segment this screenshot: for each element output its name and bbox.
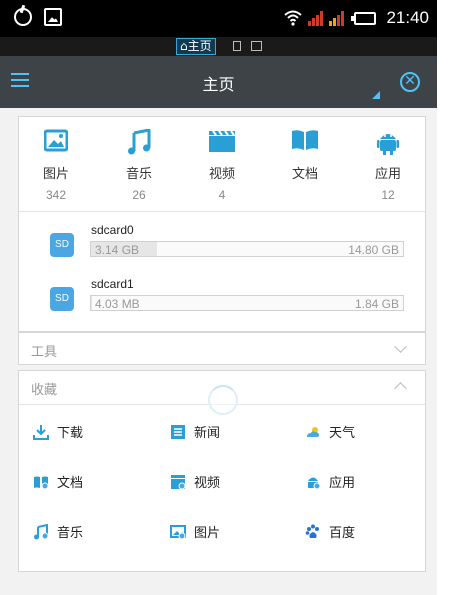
sd-card-icon: SD bbox=[50, 287, 74, 311]
window-switch-icon[interactable] bbox=[251, 41, 262, 51]
favorite-music[interactable]: 音乐 bbox=[33, 522, 83, 541]
storage-used: 4.03 MB bbox=[95, 297, 140, 311]
category-documents[interactable]: 文档 bbox=[275, 129, 335, 209]
category-count: 12 bbox=[381, 188, 395, 202]
image-notification-icon bbox=[44, 8, 62, 26]
weather-icon bbox=[305, 424, 321, 440]
storage-usage-bar: 4.03 MB 1.84 GB bbox=[90, 295, 404, 311]
category-label: 音乐 bbox=[125, 167, 152, 182]
favorite-weather[interactable]: 天气 bbox=[305, 422, 355, 441]
storage-usage-bar: 3.14 GB 14.80 GB bbox=[90, 241, 404, 257]
tools-section[interactable]: 工具 bbox=[18, 332, 426, 365]
wifi-icon bbox=[284, 10, 303, 26]
phone-storage-icon[interactable] bbox=[233, 41, 241, 51]
storage-total: 14.80 GB bbox=[348, 243, 399, 257]
chevron-down-icon[interactable] bbox=[394, 340, 407, 353]
favorite-images[interactable]: 图片 bbox=[170, 522, 220, 541]
loading-spinner bbox=[208, 385, 238, 415]
music-icon bbox=[33, 523, 49, 540]
status-time: 21:40 bbox=[386, 8, 429, 27]
favorite-label: 新闻 bbox=[194, 426, 221, 441]
app-icon bbox=[305, 474, 321, 490]
storage-item-sdcard0[interactable]: SD sdcard0 3.14 GB 14.80 GB bbox=[19, 211, 425, 267]
favorite-label: 下载 bbox=[57, 426, 84, 441]
news-icon bbox=[170, 424, 186, 440]
favorite-download[interactable]: 下载 bbox=[33, 422, 83, 441]
favorite-apps[interactable]: 应用 bbox=[305, 472, 355, 491]
document-icon bbox=[291, 129, 319, 159]
image-icon bbox=[170, 524, 186, 540]
overview-card: 图片 342 音乐 26 视频 4 文档 应用 12 SD sdcard0 3.… bbox=[18, 116, 426, 332]
category-music[interactable]: 音乐 26 bbox=[109, 128, 169, 209]
breadcrumb: ⌂主页 bbox=[0, 37, 437, 56]
favorite-label: 天气 bbox=[329, 426, 356, 441]
signal-strength-sim2-icon bbox=[329, 10, 345, 26]
storage-total: 1.84 GB bbox=[354, 297, 399, 311]
image-icon bbox=[43, 129, 69, 159]
category-label: 文档 bbox=[291, 167, 318, 182]
category-row: 图片 342 音乐 26 视频 4 文档 应用 12 bbox=[19, 128, 425, 209]
favorite-label: 百度 bbox=[329, 526, 356, 541]
tools-section-title: 工具 bbox=[31, 345, 58, 360]
document-icon bbox=[33, 474, 49, 490]
download-icon bbox=[33, 424, 49, 440]
storage-item-sdcard1[interactable]: SD sdcard1 4.03 MB 1.84 GB bbox=[19, 266, 425, 321]
dropdown-indicator-icon[interactable] bbox=[372, 91, 380, 99]
category-label: 视频 bbox=[208, 167, 235, 182]
main-content: 图片 342 音乐 26 视频 4 文档 应用 12 SD sdcard0 3.… bbox=[0, 108, 437, 595]
music-icon bbox=[127, 128, 151, 159]
video-icon bbox=[208, 129, 236, 159]
android-icon bbox=[377, 129, 399, 159]
edge-margin bbox=[437, 0, 449, 595]
favorite-label: 视频 bbox=[194, 476, 221, 491]
signal-strength-sim1-icon bbox=[308, 10, 324, 26]
status-bar: 21:40 bbox=[0, 0, 437, 37]
category-videos[interactable]: 视频 4 bbox=[192, 129, 252, 209]
favorite-documents[interactable]: 文档 bbox=[33, 472, 83, 491]
baidu-icon bbox=[305, 524, 321, 540]
storage-usage-fill bbox=[91, 296, 92, 310]
favorite-label: 文档 bbox=[57, 476, 84, 491]
breadcrumb-home[interactable]: ⌂主页 bbox=[176, 38, 216, 55]
video-icon bbox=[170, 474, 186, 490]
storage-name: sdcard1 bbox=[91, 277, 134, 291]
category-apps[interactable]: 应用 12 bbox=[358, 129, 418, 209]
category-count: 4 bbox=[218, 188, 226, 202]
category-label: 应用 bbox=[374, 167, 401, 182]
favorite-videos[interactable]: 视频 bbox=[170, 472, 220, 491]
storage-name: sdcard0 bbox=[91, 223, 134, 237]
sd-card-icon: SD bbox=[50, 233, 74, 257]
close-icon[interactable]: ✕ bbox=[400, 72, 420, 92]
category-count: 342 bbox=[45, 188, 67, 202]
battery-icon bbox=[351, 11, 377, 25]
favorite-label: 图片 bbox=[194, 526, 221, 541]
sync-icon bbox=[14, 8, 32, 26]
favorite-label: 应用 bbox=[329, 476, 356, 491]
favorite-news[interactable]: 新闻 bbox=[170, 422, 220, 441]
favorite-label: 音乐 bbox=[57, 526, 84, 541]
favorite-baidu[interactable]: 百度 bbox=[305, 522, 355, 541]
category-images[interactable]: 图片 342 bbox=[26, 129, 86, 209]
favorites-section-title: 收藏 bbox=[31, 383, 58, 398]
storage-used: 3.14 GB bbox=[95, 243, 140, 257]
app-bar: 主页 ✕ bbox=[0, 56, 437, 108]
category-count: 26 bbox=[132, 188, 146, 202]
chevron-up-icon[interactable] bbox=[394, 382, 407, 395]
category-label: 图片 bbox=[42, 167, 69, 182]
